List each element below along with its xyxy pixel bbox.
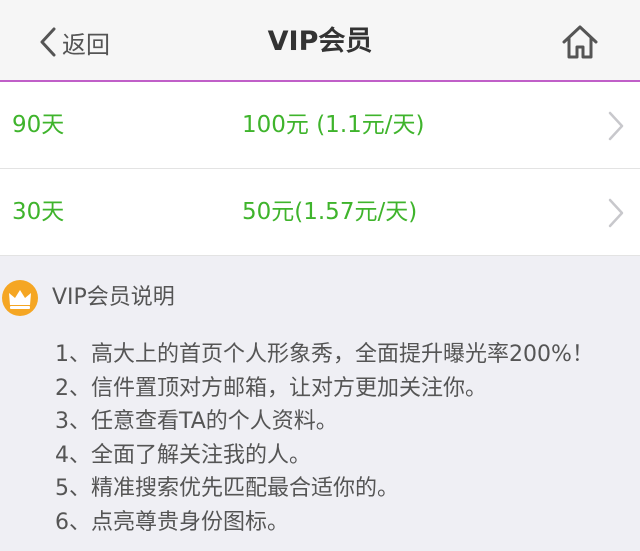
rule-item: 2、信件置顶对方邮箱，让对方更加关注你。 (55, 375, 487, 401)
plan-list: 90天 100元 (1.1元/天) 30天 50元(1.57元/天) (0, 82, 640, 256)
home-icon (562, 25, 598, 59)
page-title: VIP会员 (267, 26, 373, 57)
plan-duration: 90天 (12, 112, 65, 138)
plan-row-30-days[interactable]: 30天 50元(1.57元/天) (0, 169, 640, 256)
home-button[interactable] (560, 22, 600, 62)
crown-badge (2, 280, 38, 316)
crown-icon (9, 290, 31, 309)
top-nav-bar: 返回 VIP会员 (0, 0, 640, 82)
plan-price: 50元(1.57元/天) (242, 199, 418, 225)
rule-item: 6、点亮尊贵身份图标。 (55, 509, 289, 535)
rules-list: 1、高大上的首页个人形象秀，全面提升曝光率200%！ 2、信件置顶对方邮箱，让对… (55, 338, 594, 540)
vip-info-section: VIP会员说明 1、高大上的首页个人形象秀，全面提升曝光率200%！ 2、信件置… (0, 260, 640, 551)
rule-item: 3、任意查看TA的个人资料。 (55, 409, 338, 435)
plan-row-90-days[interactable]: 90天 100元 (1.1元/天) (0, 82, 640, 169)
rule-item: 5、精准搜索优先匹配最合适你的。 (55, 476, 399, 502)
rule-item: 1、高大上的首页个人形象秀，全面提升曝光率200%！ (55, 342, 594, 367)
plan-duration: 30天 (12, 199, 65, 225)
info-title: VIP会员说明 (52, 285, 175, 310)
rule-item: 4、全面了解关注我的人。 (55, 442, 311, 468)
plan-price: 100元 (1.1元/天) (242, 112, 425, 138)
chevron-right-icon (608, 198, 624, 228)
chevron-right-icon (608, 111, 624, 141)
